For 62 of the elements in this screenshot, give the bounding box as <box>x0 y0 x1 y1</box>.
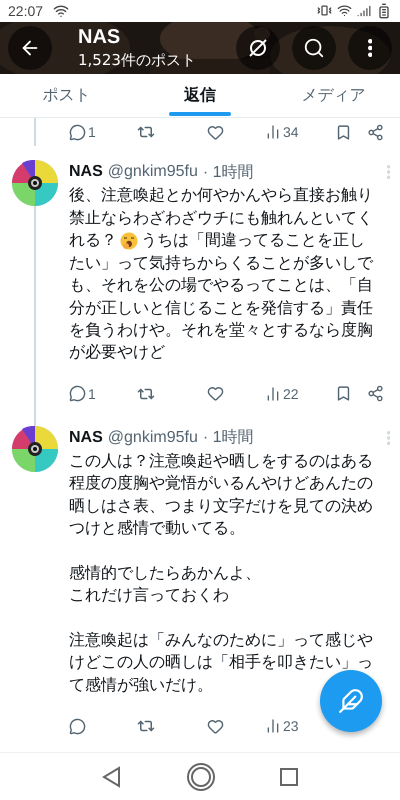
post-text: 後、注意喚起とか何やかんやら直接お触り禁止ならわざわざウチにも触れんといてく <box>69 184 374 229</box>
like-button[interactable] <box>207 385 224 402</box>
home-nav-icon[interactable] <box>186 762 216 792</box>
views-icon <box>265 124 281 140</box>
views-icon <box>265 386 281 402</box>
more-icon <box>386 430 390 445</box>
post-time: · 1時間 <box>202 162 254 183</box>
reply-icon <box>69 385 86 402</box>
views-button[interactable]: 34 <box>265 124 299 140</box>
like-button[interactable] <box>207 718 224 735</box>
reply-button[interactable]: 1 <box>69 124 96 141</box>
post-text: うちは「間違ってることを正し <box>141 229 365 252</box>
post-text: たい」って気持ちからくることが多いしでも、それを公の場でやるってことは、「自分が正しいと信じることを発信する」責任を負うわけや。それを堂々とするなら度胸が必要やけど <box>69 252 374 364</box>
reply-button[interactable] <box>69 718 86 735</box>
reply-button[interactable]: 1 <box>69 385 96 402</box>
heart-icon <box>207 718 224 735</box>
wifi-icon <box>53 2 70 19</box>
recents-nav-icon[interactable] <box>278 766 299 787</box>
bookmark-button[interactable] <box>335 124 352 141</box>
bookmark-button[interactable] <box>335 385 352 402</box>
compose-button[interactable] <box>320 670 382 732</box>
reply-icon <box>69 124 86 141</box>
profile-name: NAS <box>78 26 122 49</box>
post-time: · 1時間 <box>202 428 254 448</box>
status-time: 22:07 <box>8 2 44 19</box>
search-button[interactable] <box>292 26 336 70</box>
heart-icon <box>207 124 224 141</box>
more-button[interactable] <box>348 26 392 70</box>
like-button[interactable] <box>207 124 224 141</box>
share-button[interactable] <box>367 124 384 141</box>
wifi-icon <box>337 3 352 18</box>
share-button[interactable] <box>367 385 384 402</box>
bookmark-icon <box>335 385 352 402</box>
reply-icon <box>69 718 86 735</box>
search-icon <box>303 36 325 59</box>
post-text: これだけ言っておくわ <box>69 584 230 606</box>
views-button[interactable]: 23 <box>265 718 299 734</box>
avatar[interactable] <box>12 426 58 472</box>
author-handle: @gnkim95fu <box>108 428 198 447</box>
bookmark-icon <box>335 124 352 141</box>
author-name: NAS <box>69 428 103 447</box>
more-icon <box>368 38 372 57</box>
heart-icon <box>207 385 224 402</box>
more-icon <box>386 165 390 180</box>
yawning-face-icon <box>120 232 138 250</box>
share-icon <box>367 124 384 141</box>
feather-plus-icon <box>338 688 364 714</box>
back-button[interactable] <box>8 26 52 70</box>
post-text: れる？ <box>69 229 117 252</box>
post-count: 1,523件のポスト <box>78 50 197 70</box>
avatar[interactable] <box>12 160 58 206</box>
post-text: 感情的でしたらあかんよ、 <box>69 562 262 584</box>
post-text: 注意喚起は「みんなのために」って感じやけどこの人の晒しは「相手を叩きたい」って感情が強いだけ。 <box>69 628 374 696</box>
share-icon <box>367 385 384 402</box>
views-button[interactable]: 22 <box>265 386 299 402</box>
author-handle: @gnkim95fu <box>108 163 198 182</box>
signal-icon <box>357 4 371 18</box>
hide-button[interactable] <box>236 26 280 70</box>
views-icon <box>265 718 281 734</box>
vibrate-icon <box>317 3 332 18</box>
post-text: この人は？注意喚起や晒しをするのはある程度の度胸や覚悟がいるんやけどあんたの晒しはさ表、つまり文字だけを見ての決めつけと感情で動いてる。 <box>69 450 374 539</box>
author-name: NAS <box>69 163 103 182</box>
